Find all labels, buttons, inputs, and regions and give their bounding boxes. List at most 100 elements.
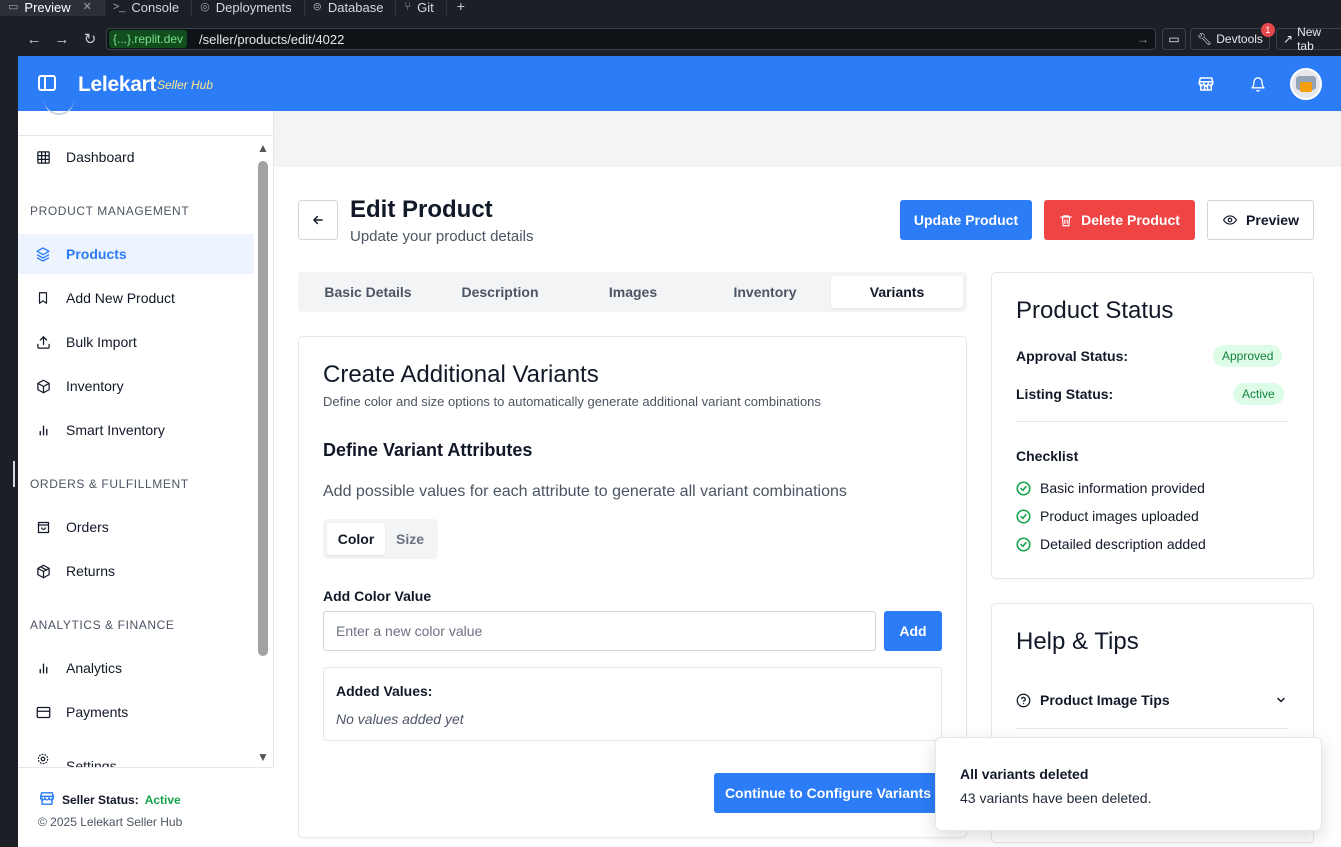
ide-tab-label: Git <box>417 0 434 15</box>
listing-status-badge: Active <box>1233 383 1284 405</box>
help-circle-icon <box>1016 693 1031 707</box>
sidebar-toggle-icon[interactable] <box>38 75 56 91</box>
product-status-title: Product Status <box>1016 297 1174 324</box>
continue-configure-button[interactable]: Continue to Configure Variants <box>714 773 942 813</box>
forward-arrow-icon[interactable]: → <box>48 31 76 48</box>
monitor-icon: ▭ <box>8 1 19 13</box>
empty-values-text: No values added yet <box>336 711 464 727</box>
tab-color[interactable]: Color <box>327 523 385 555</box>
update-product-label: Update Product <box>913 212 1019 228</box>
sidebar-scrollbar[interactable] <box>258 161 268 656</box>
url-host: {...}.replit.dev <box>109 30 188 48</box>
sidebar-item-label: Products <box>66 246 127 262</box>
delete-product-label: Delete Product <box>1081 212 1180 228</box>
ide-tab-console[interactable]: >_ Console <box>105 0 193 16</box>
variants-card <box>298 336 967 838</box>
brand-subtitle: Seller Hub <box>157 78 214 92</box>
sidebar-item-smart-inventory[interactable]: Smart Inventory <box>18 410 254 450</box>
new-tab-link[interactable]: ↗ New tab <box>1276 25 1341 53</box>
section-heading: ORDERS & FULFILLMENT <box>30 477 189 491</box>
sidebar-item-dashboard[interactable]: Dashboard <box>18 137 254 177</box>
layers-icon <box>35 246 51 262</box>
attributes-title: Define Variant Attributes <box>323 440 533 460</box>
back-arrow-icon[interactable]: ← <box>20 31 48 48</box>
sidebar-item-returns[interactable]: Returns <box>18 551 254 591</box>
new-tab-button[interactable]: + <box>447 0 475 16</box>
notification-badge: 1 <box>1260 23 1275 37</box>
eye-icon <box>1222 215 1238 225</box>
page-subtitle: Update your product details <box>350 228 534 245</box>
seller-status-value: Active <box>144 793 181 807</box>
sidebar-item-inventory[interactable]: Inventory <box>18 366 254 406</box>
bell-icon[interactable] <box>1248 74 1268 94</box>
back-button[interactable] <box>298 200 338 240</box>
tab-variants[interactable]: Variants <box>831 276 963 308</box>
main-top-band <box>274 111 1341 167</box>
tab-description[interactable]: Description <box>434 276 566 308</box>
tab-inventory[interactable]: Inventory <box>699 276 831 308</box>
settings-icon <box>35 751 51 767</box>
toast-notification[interactable]: All variants deleted 43 variants have be… <box>935 737 1322 831</box>
tab-size[interactable]: Size <box>387 523 433 555</box>
screen-icon[interactable]: ▭ <box>1162 28 1186 50</box>
update-product-button[interactable]: Update Product <box>900 200 1032 240</box>
database-icon: ⊜ <box>312 1 322 13</box>
help-item-product-image-tips[interactable]: Product Image Tips <box>1016 692 1289 708</box>
page-title: Edit Product <box>350 196 493 223</box>
tab-basic-details[interactable]: Basic Details <box>302 276 434 308</box>
ide-tab-label: Deployments <box>215 0 292 15</box>
product-tabs: Basic Details Description Images Invento… <box>298 272 967 312</box>
attribute-tabs: Color Size <box>323 519 438 559</box>
scroll-down-arrow-icon[interactable]: ▼ <box>257 750 269 764</box>
git-icon: ⑂ <box>404 1 412 13</box>
help-item-label: Product Image Tips <box>1040 692 1170 708</box>
section-heading: PRODUCT MANAGEMENT <box>30 204 190 218</box>
copyright: © 2025 Lelekart Seller Hub <box>38 815 183 829</box>
ide-tab-preview[interactable]: ▭ Preview ✕ <box>0 0 105 16</box>
tab-images[interactable]: Images <box>567 276 699 308</box>
grid-icon <box>35 149 51 165</box>
sidebar-item-label: Analytics <box>66 660 123 676</box>
preview-button[interactable]: Preview <box>1207 200 1314 240</box>
help-tips-title: Help & Tips <box>1016 628 1139 655</box>
divider <box>1016 421 1289 422</box>
continue-label: Continue to Configure Variants <box>724 785 932 801</box>
sidebar-item-add-new-product[interactable]: Add New Product <box>18 278 254 318</box>
terminal-icon: >_ <box>112 1 126 13</box>
ide-tab-strip: ▭ Preview ✕ >_ Console ◎ Deployments ⊜ D… <box>0 0 1341 16</box>
store-icon <box>38 790 56 810</box>
ide-tab-deployments[interactable]: ◎ Deployments <box>192 0 305 16</box>
seller-status-label: Seller Status: <box>62 793 139 807</box>
avatar[interactable] <box>1290 68 1322 100</box>
sidebar-item-label: Orders <box>66 519 109 535</box>
sidebar-item-label: Returns <box>66 563 116 579</box>
sidebar-item-analytics[interactable]: Analytics <box>18 648 254 688</box>
add-value-button[interactable]: Add <box>884 611 942 651</box>
brand-logo[interactable]: Lelekart <box>78 73 156 97</box>
reload-icon[interactable]: ↻ <box>76 30 104 48</box>
ide-tab-git[interactable]: ⑂ Git <box>396 0 447 16</box>
sidebar-footer: Seller Status: Active © 2025 Lelekart Se… <box>18 767 274 847</box>
sidebar-item-label: Smart Inventory <box>66 422 165 438</box>
color-value-input[interactable] <box>323 611 876 651</box>
close-icon[interactable]: ✕ <box>83 1 92 14</box>
sidebar-item-bulk-import[interactable]: Bulk Import <box>18 322 254 362</box>
store-icon[interactable] <box>1196 74 1216 94</box>
sidebar-item-products[interactable]: Products <box>18 234 254 274</box>
delete-product-button[interactable]: Delete Product <box>1044 200 1195 240</box>
go-arrow-icon[interactable]: → <box>1137 32 1149 46</box>
sidebar-item-orders[interactable]: Orders <box>18 507 254 547</box>
sidebar-item-payments[interactable]: Payments <box>18 692 254 732</box>
url-bar[interactable]: {...}.replit.dev /seller/products/edit/4… <box>106 28 1156 50</box>
devtools-label: Devtools <box>1216 32 1263 46</box>
sidebar-item-label: Dashboard <box>66 149 135 165</box>
external-link-icon: ↗ <box>1283 32 1294 46</box>
sidebar-item-settings[interactable]: Settings <box>18 748 254 768</box>
devtools-button[interactable]: 🔧︎ Devtools 1 <box>1190 23 1275 50</box>
scroll-up-arrow-icon[interactable]: ▲ <box>257 141 269 155</box>
ide-tab-database[interactable]: ⊜ Database <box>305 0 397 16</box>
sidebar-item-label: Add New Product <box>66 290 175 306</box>
checklist-item-label: Basic information provided <box>1040 480 1205 496</box>
toast-message: 43 variants have been deleted. <box>960 790 1152 806</box>
ide-tab-label: Database <box>327 0 384 15</box>
